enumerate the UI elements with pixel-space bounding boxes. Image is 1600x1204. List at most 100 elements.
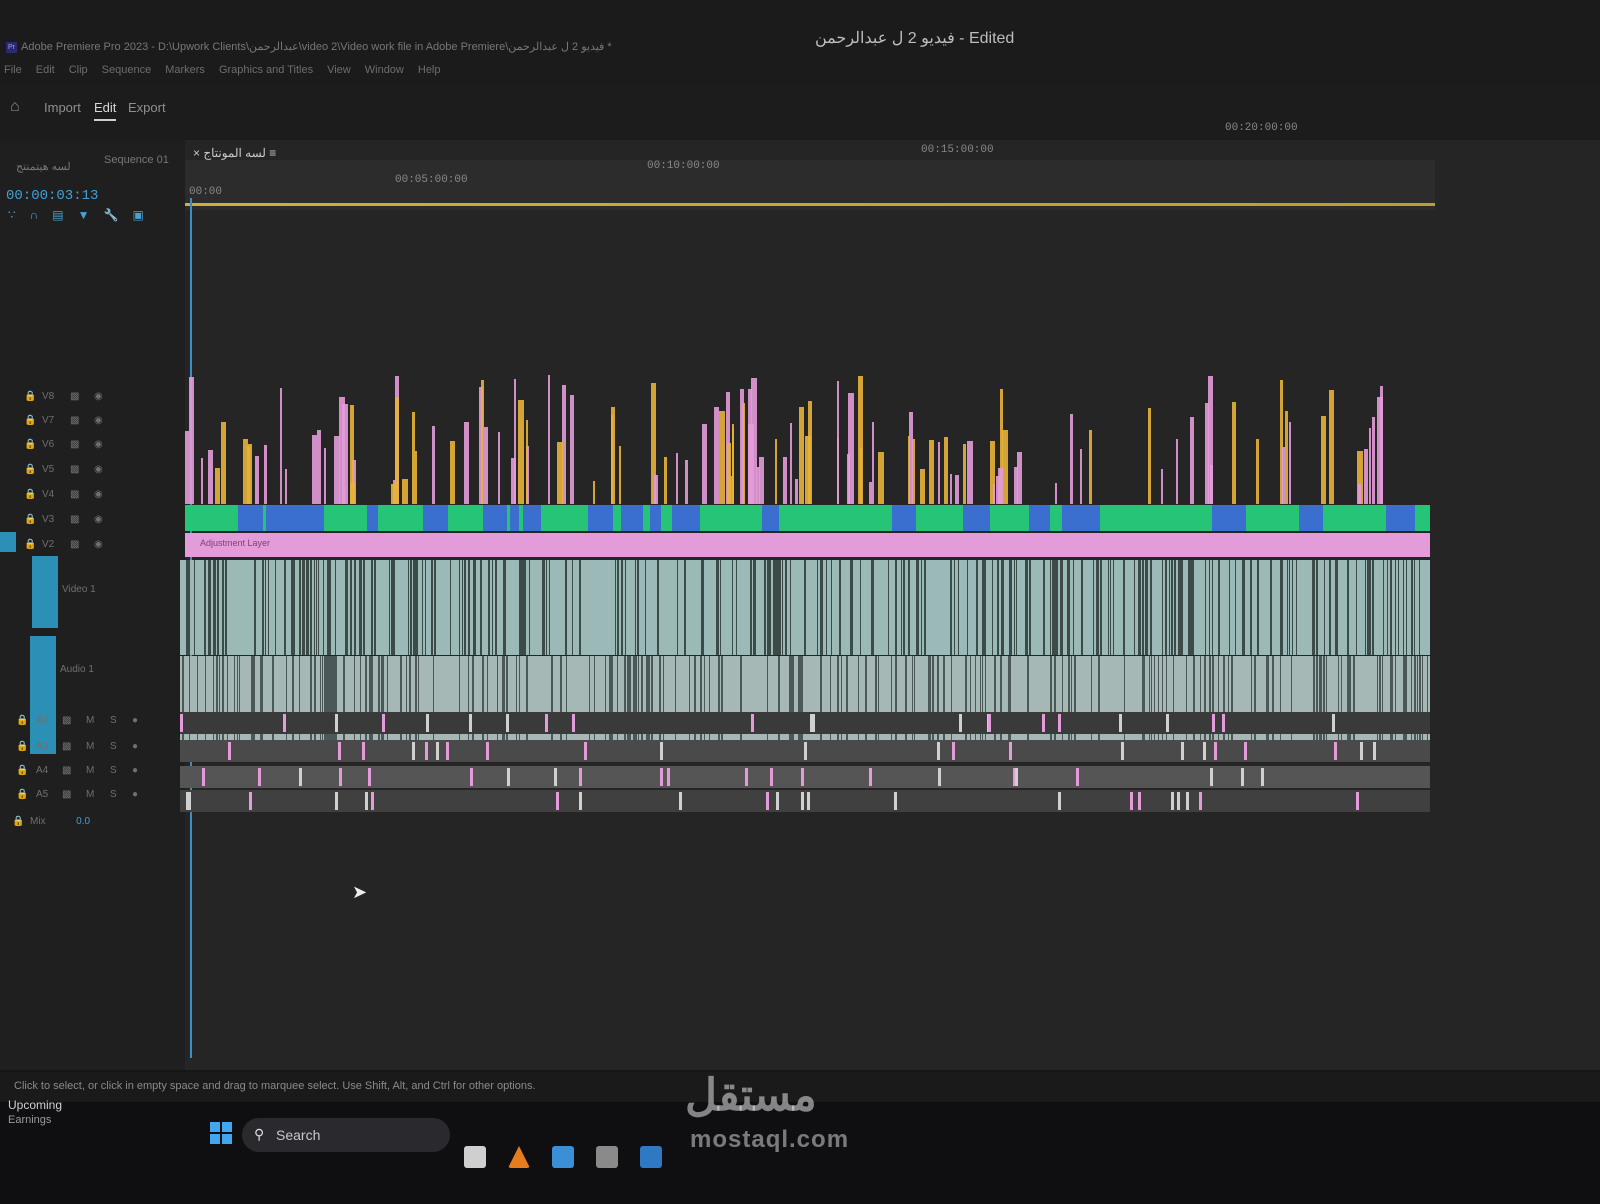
clip[interactable] (869, 768, 872, 786)
clip[interactable] (938, 442, 940, 504)
lock-icon[interactable]: 🔒 (16, 715, 28, 726)
menu-item-view[interactable]: View (327, 64, 351, 76)
clip[interactable] (801, 768, 804, 786)
clip[interactable] (775, 439, 777, 504)
clip[interactable] (317, 430, 321, 504)
clip[interactable] (1261, 768, 1264, 786)
clip[interactable] (676, 453, 678, 504)
clip[interactable] (1077, 505, 1100, 531)
clip[interactable] (432, 426, 435, 504)
menu-item-sequence[interactable]: Sequence (102, 64, 152, 76)
clip[interactable] (1334, 742, 1337, 760)
sync-lock-icon[interactable]: ▩ (70, 539, 79, 550)
clip[interactable] (751, 714, 754, 732)
clip[interactable] (368, 768, 371, 786)
mix-value[interactable]: 0.0 (76, 816, 90, 827)
clip[interactable] (1360, 742, 1363, 760)
clip[interactable] (238, 505, 263, 531)
clip[interactable] (228, 742, 231, 760)
clip[interactable] (1218, 505, 1246, 531)
clip[interactable] (523, 505, 541, 531)
clip[interactable] (858, 376, 863, 504)
clip[interactable] (660, 768, 663, 786)
clip[interactable] (1329, 390, 1334, 504)
clip[interactable] (837, 381, 839, 504)
clip[interactable] (342, 404, 348, 504)
clip[interactable] (402, 479, 408, 504)
clip[interactable] (255, 456, 259, 504)
clip[interactable] (180, 714, 183, 732)
clip[interactable] (685, 460, 688, 504)
clip[interactable] (938, 768, 941, 786)
clip[interactable] (579, 768, 582, 786)
clip[interactable] (258, 768, 261, 786)
lock-icon[interactable]: 🔒 (24, 464, 36, 475)
vlc-icon[interactable] (508, 1146, 530, 1168)
a5-clips[interactable] (180, 790, 1430, 812)
clip[interactable] (944, 437, 948, 504)
time-ruler[interactable]: 00:00 00:05:00:00 00:10:00:00 00:15:00:0… (185, 122, 1435, 210)
solo-button[interactable]: S (110, 715, 117, 726)
clip[interactable] (790, 423, 792, 504)
clip[interactable] (415, 451, 417, 504)
solo-button[interactable]: S (110, 765, 117, 776)
clip[interactable] (1080, 449, 1082, 504)
clip[interactable] (489, 505, 507, 531)
clip[interactable] (446, 742, 449, 760)
clip[interactable] (350, 483, 355, 504)
sync-lock-icon[interactable]: ▩ (62, 741, 71, 752)
clip[interactable] (570, 395, 574, 504)
lock-icon[interactable]: 🔒 (24, 539, 36, 550)
clip[interactable] (425, 742, 428, 760)
clip[interactable] (799, 407, 804, 504)
v1-source-patch[interactable] (0, 532, 16, 552)
clip[interactable] (498, 432, 500, 504)
clip[interactable] (469, 714, 472, 732)
sync-lock-icon[interactable]: ▩ (70, 489, 79, 500)
mic-icon[interactable]: ● (132, 789, 138, 800)
lock-icon[interactable]: 🔒 (16, 789, 28, 800)
clip[interactable] (672, 505, 699, 531)
a4-clips[interactable] (180, 766, 1430, 788)
sync-lock-icon[interactable]: ▩ (62, 789, 71, 800)
menu-item-graphics-and-titles[interactable]: Graphics and Titles (219, 64, 313, 76)
clip[interactable] (1332, 714, 1335, 732)
clip[interactable] (1241, 768, 1244, 786)
clip[interactable] (464, 422, 469, 504)
sync-lock-icon[interactable]: ▩ (62, 765, 71, 776)
taskbar-search[interactable]: ⚲ Search (242, 1118, 450, 1152)
clip[interactable] (1030, 505, 1041, 531)
clip[interactable] (1256, 439, 1259, 504)
clip[interactable] (714, 407, 719, 504)
lock-icon[interactable]: 🔒 (24, 439, 36, 450)
clip[interactable] (584, 742, 587, 760)
clip[interactable] (1176, 439, 1178, 504)
clip[interactable] (1058, 792, 1061, 810)
project-tab[interactable]: لسه هيتمنتج (16, 160, 71, 173)
a3-clips[interactable] (180, 740, 1430, 762)
widget-title[interactable]: Upcoming (8, 1098, 62, 1112)
home-icon[interactable]: ⌂ (10, 98, 30, 116)
clip[interactable] (548, 375, 550, 504)
clip[interactable] (1372, 417, 1375, 504)
clip[interactable] (221, 422, 226, 504)
menu-item-help[interactable]: Help (418, 64, 441, 76)
clip[interactable] (202, 768, 205, 786)
clip[interactable] (1009, 742, 1012, 760)
clip[interactable] (795, 479, 798, 504)
clip[interactable] (1208, 376, 1213, 504)
clip[interactable] (804, 742, 807, 760)
mic-icon[interactable]: ● (132, 715, 138, 726)
clip[interactable] (664, 457, 667, 504)
clip[interactable] (745, 768, 748, 786)
clip[interactable] (1119, 714, 1122, 732)
clip[interactable] (719, 411, 725, 504)
solo-button[interactable]: S (110, 789, 117, 800)
clip[interactable] (247, 446, 250, 504)
tab-import[interactable]: Import (44, 100, 81, 115)
clip[interactable] (654, 475, 658, 504)
clip[interactable] (1356, 792, 1359, 810)
clip[interactable] (660, 742, 663, 760)
video1-clips[interactable] (180, 560, 1430, 655)
clip[interactable] (1190, 417, 1194, 504)
